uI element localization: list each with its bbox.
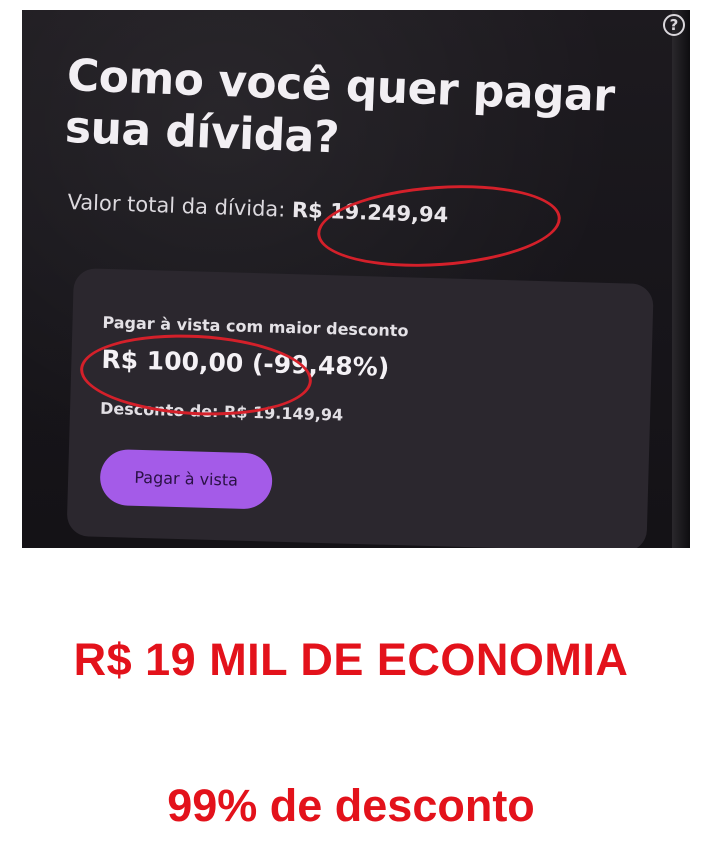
app-screenshot-photo: ? Como você quer pagar sua dívida? Valor…: [22, 10, 690, 548]
total-amount-highlight-circle: [314, 177, 564, 275]
question-circle-icon[interactable]: ?: [663, 14, 685, 36]
pay-in-full-button[interactable]: Pagar à vista: [99, 448, 273, 510]
page: ? Como você quer pagar sua dívida? Valor…: [0, 0, 702, 841]
total-debt-label: Valor total da dívida:: [67, 190, 293, 222]
page-title: Como você quer pagar sua dívida?: [64, 50, 616, 164]
caption-subline: 99% de desconto: [167, 780, 535, 831]
phone-edge: [672, 10, 690, 548]
caption-headline: R$ 19 MIL DE ECONOMIA: [73, 634, 629, 685]
